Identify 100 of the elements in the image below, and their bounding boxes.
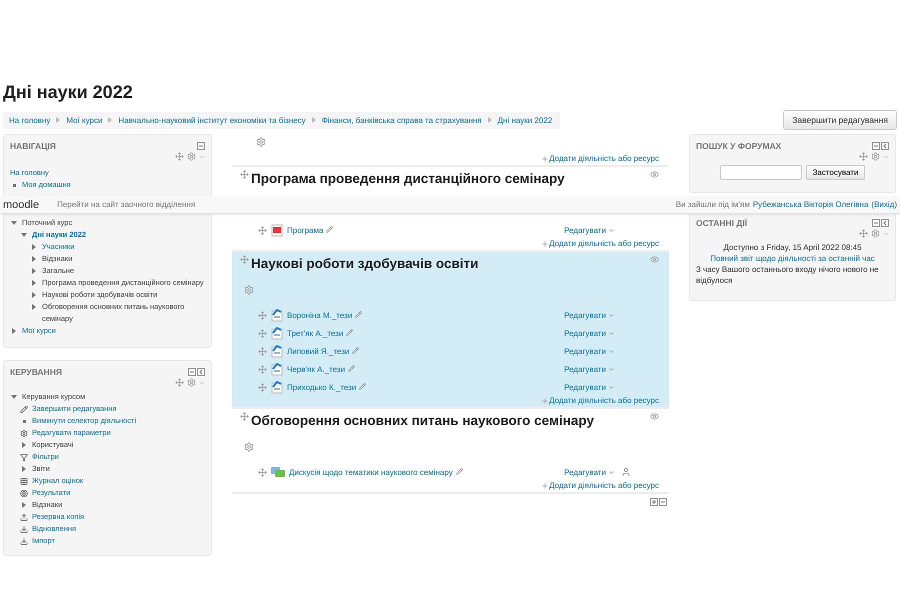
collapse-icon[interactable] bbox=[197, 142, 205, 150]
login-text: Ви зайшли під ім'ям bbox=[676, 200, 750, 209]
triangle-icon[interactable] bbox=[31, 268, 37, 274]
move-icon bbox=[258, 346, 267, 356]
edit-menu[interactable]: Редагувати bbox=[564, 328, 615, 338]
edit-menu[interactable]: Редагувати bbox=[564, 468, 615, 476]
separator-icon bbox=[486, 117, 493, 123]
breadcrumb-link[interactable]: На головну bbox=[9, 116, 50, 124]
brand-logo[interactable]: moodle bbox=[3, 198, 40, 210]
collapse-all-icon[interactable] bbox=[659, 498, 667, 506]
caret-icon bbox=[199, 380, 205, 386]
caret-icon[interactable] bbox=[608, 330, 615, 336]
collapse-icon[interactable] bbox=[872, 142, 880, 150]
activity-link[interactable]: Приходько К._тези bbox=[287, 382, 356, 392]
gear-icon bbox=[187, 378, 196, 387]
move-icon bbox=[859, 229, 868, 238]
search-field[interactable] bbox=[720, 165, 802, 180]
document-icon bbox=[271, 380, 283, 394]
document-icon bbox=[271, 344, 283, 358]
caret-icon[interactable] bbox=[608, 366, 615, 372]
logout-link[interactable]: (Вихід) bbox=[871, 200, 897, 209]
activity-link[interactable]: Трет'як А._тези bbox=[287, 328, 344, 338]
add-activity-link[interactable]: Додати діяльність або ресурс bbox=[541, 481, 659, 490]
collapse-icon[interactable] bbox=[188, 368, 196, 376]
pencil-icon bbox=[456, 468, 463, 474]
site-link[interactable]: Перейти на сайт заочного відділення bbox=[57, 200, 196, 209]
pencil-icon bbox=[355, 310, 362, 318]
dock-icon[interactable] bbox=[881, 142, 889, 150]
triangle-icon[interactable] bbox=[21, 466, 27, 472]
caret-icon[interactable] bbox=[608, 468, 615, 476]
add-activity-link[interactable]: Додати діяльність або ресурс bbox=[541, 239, 659, 248]
breadcrumb-link[interactable]: Навчально-науковий інститут економіки та бізнесу bbox=[118, 116, 306, 124]
apply-button[interactable]: Застосувати bbox=[806, 165, 866, 180]
plus-icon[interactable] bbox=[541, 154, 550, 162]
move-icon bbox=[240, 412, 249, 421]
block-title: ПОШУК У ФОРУМАХ bbox=[696, 141, 782, 151]
gear-icon bbox=[244, 285, 254, 295]
section-title: Обговорення основних питань наукового семінару bbox=[251, 412, 594, 430]
triangle-icon[interactable] bbox=[11, 220, 17, 226]
edit-menu[interactable]: Редагувати bbox=[564, 310, 615, 320]
activity-link[interactable]: Черв'як А._тези bbox=[287, 364, 346, 374]
edit-menu[interactable]: Редагувати bbox=[564, 346, 615, 356]
triangle-icon[interactable] bbox=[21, 232, 27, 238]
add-activity-link[interactable]: Додати діяльність або ресурс bbox=[541, 154, 659, 163]
move-icon bbox=[240, 170, 249, 179]
triangle-icon[interactable] bbox=[31, 280, 37, 286]
triangle-icon[interactable] bbox=[31, 244, 37, 250]
block-title: ОСТАННІ ДІЇ bbox=[696, 218, 748, 228]
triangle-icon[interactable] bbox=[11, 394, 17, 400]
plus-icon[interactable] bbox=[541, 240, 550, 248]
separator-icon bbox=[55, 117, 62, 123]
activity-link[interactable]: Липовий Я._тези bbox=[287, 346, 350, 356]
breadcrumb-link[interactable]: Мої курси bbox=[66, 116, 102, 124]
pencil-icon bbox=[348, 364, 356, 372]
activity-link[interactable]: Дискусія щодо тематики наукового семінару bbox=[289, 468, 453, 476]
move-icon bbox=[258, 310, 267, 320]
plus-icon[interactable] bbox=[541, 396, 550, 404]
eye-icon bbox=[650, 412, 659, 421]
move-icon bbox=[859, 152, 868, 161]
filter-icon bbox=[20, 452, 28, 462]
breadcrumb-link[interactable]: Дні науки 2022 bbox=[498, 116, 552, 124]
no-news-text: З часу Вашого останнього входу нічого нового не відбулося bbox=[696, 264, 880, 286]
triangle-icon[interactable] bbox=[21, 442, 27, 448]
expand-all-icon[interactable] bbox=[650, 498, 658, 506]
collapse-icon[interactable] bbox=[872, 219, 880, 227]
edit-menu[interactable]: Редагувати bbox=[564, 364, 615, 374]
gear-icon bbox=[20, 428, 28, 438]
breadcrumb-link[interactable]: Фінанси, банківська справа та страхування bbox=[322, 116, 482, 124]
document-icon bbox=[271, 362, 283, 376]
triangle-icon[interactable] bbox=[31, 256, 37, 262]
caret-icon[interactable] bbox=[608, 384, 615, 390]
move-icon bbox=[240, 255, 249, 264]
caret-icon bbox=[883, 154, 889, 160]
available-since-text: Доступно з Friday, 15 April 2022 08:45 bbox=[722, 242, 863, 253]
edit-menu[interactable]: Редагувати bbox=[564, 382, 615, 392]
bullet-icon bbox=[22, 420, 26, 422]
triangle-icon[interactable] bbox=[31, 304, 37, 310]
triangle-icon[interactable] bbox=[21, 502, 27, 508]
dock-icon[interactable] bbox=[197, 368, 205, 376]
caret-icon[interactable] bbox=[608, 348, 615, 354]
caret-icon[interactable] bbox=[608, 226, 615, 234]
edit-menu[interactable]: Редагувати bbox=[564, 226, 615, 234]
plus-icon[interactable] bbox=[541, 482, 550, 490]
pencil-icon bbox=[359, 382, 366, 390]
finish-editing-button[interactable]: Завершити редагування bbox=[783, 110, 897, 130]
caret-icon[interactable] bbox=[608, 312, 615, 318]
block-title: НАВІГАЦІЯ bbox=[10, 141, 56, 151]
triangle-icon[interactable] bbox=[11, 328, 17, 334]
user-link[interactable]: Рубежанська Вікторія Олегівна bbox=[752, 200, 868, 209]
triangle-icon[interactable] bbox=[31, 292, 37, 298]
add-activity-link[interactable]: Додати діяльність або ресурс bbox=[541, 396, 659, 405]
target-icon bbox=[20, 488, 28, 498]
upload-icon bbox=[20, 512, 28, 522]
move-icon bbox=[258, 328, 267, 338]
separator-icon bbox=[310, 117, 317, 123]
move-icon bbox=[258, 468, 267, 476]
activity-link[interactable]: Програма bbox=[287, 226, 324, 234]
dock-icon[interactable] bbox=[881, 219, 889, 227]
full-report-link[interactable]: Повний звіт щодо діяльності за останній час bbox=[710, 254, 875, 263]
activity-link[interactable]: Вороніна М._тези bbox=[287, 310, 352, 320]
